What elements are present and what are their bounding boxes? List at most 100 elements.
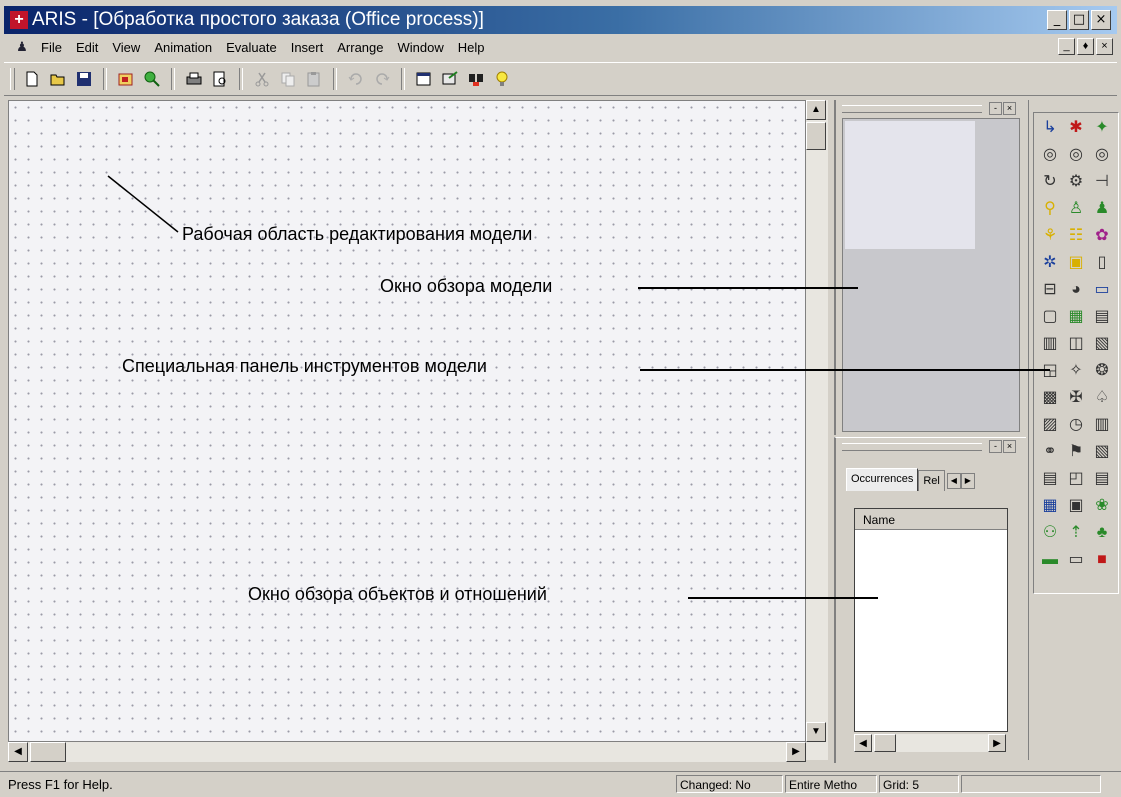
location-icon[interactable]: ⚑ (1066, 442, 1086, 462)
undo-icon[interactable] (344, 67, 368, 91)
file-icon[interactable]: ▤ (1092, 307, 1112, 327)
tip-icon[interactable] (490, 67, 514, 91)
list-scroll-left-button[interactable]: ◀ (854, 734, 872, 752)
service-icon[interactable]: ▩ (1040, 388, 1060, 408)
event-icon[interactable]: ◎ (1040, 145, 1060, 165)
message-icon[interactable]: ▭ (1092, 280, 1112, 300)
flow-icon[interactable]: ✠ (1066, 388, 1086, 408)
arrow-icon[interactable]: ⇡ (1066, 523, 1086, 543)
system-icon[interactable]: ⊟ (1040, 280, 1060, 300)
list-scroll-thumb[interactable] (874, 734, 896, 752)
redo-icon[interactable] (370, 67, 394, 91)
screen-icon[interactable]: ◲ (1040, 361, 1060, 381)
rule-icon[interactable]: ◎ (1066, 145, 1086, 165)
menu-window[interactable]: Window (390, 40, 450, 55)
goal-icon[interactable]: ✧ (1066, 361, 1086, 381)
position-icon[interactable]: ♟ (1092, 199, 1112, 219)
menu-insert[interactable]: Insert (284, 40, 331, 55)
menu-view[interactable]: View (105, 40, 147, 55)
document-icon[interactable]: ▯ (1092, 253, 1112, 273)
panel-grip[interactable] (842, 105, 982, 113)
box-icon[interactable]: ▣ (1066, 496, 1086, 516)
scroll-up-button[interactable]: ▲ (806, 100, 826, 120)
object-icon[interactable]: ✱ (1066, 118, 1086, 138)
mdi-restore-button[interactable]: ♦ (1077, 38, 1094, 55)
menu-help[interactable]: Help (451, 40, 492, 55)
search-icon[interactable] (140, 67, 164, 91)
print-preview-icon[interactable] (208, 67, 232, 91)
tab-scroll-left-icon[interactable]: ◀ (946, 473, 961, 489)
menu-edit[interactable]: Edit (69, 40, 105, 55)
xor-icon[interactable]: ◎ (1092, 145, 1112, 165)
book-icon[interactable]: ▤ (1040, 469, 1060, 489)
database-icon[interactable]: ▦ (1066, 307, 1086, 327)
user-icon[interactable]: ⚇ (1040, 523, 1060, 543)
toolbar-grip[interactable] (10, 68, 15, 90)
group-icon[interactable]: ♙ (1066, 199, 1086, 219)
list-icon[interactable]: ◫ (1066, 334, 1086, 354)
objects-list[interactable]: Name (854, 508, 1008, 732)
evaluate-icon[interactable] (438, 67, 462, 91)
new-icon[interactable] (20, 67, 44, 91)
comment-icon[interactable]: ◕ (1066, 280, 1086, 300)
panel-close-button[interactable]: × (1003, 102, 1016, 115)
cluster-icon[interactable]: ✿ (1092, 226, 1112, 246)
model-canvas[interactable] (8, 100, 806, 742)
card-icon[interactable]: ♤ (1092, 388, 1112, 408)
org-icon[interactable]: ⚙ (1066, 172, 1086, 192)
network-icon[interactable]: ⚭ (1040, 442, 1060, 462)
model-icon[interactable] (114, 67, 138, 91)
vertical-scroll-thumb[interactable] (806, 122, 826, 150)
mdi-minimize-button[interactable]: _ (1058, 38, 1075, 55)
archive-icon[interactable]: ◰ (1066, 469, 1086, 489)
person-icon[interactable]: ⚲ (1040, 199, 1060, 219)
document-menu-icon[interactable]: ♟ (14, 39, 30, 55)
scroll-right-button[interactable]: ▶ (786, 742, 806, 762)
entity-icon[interactable]: ⚘ (1040, 226, 1060, 246)
settings-icon[interactable]: ❂ (1092, 361, 1112, 381)
menu-arrange[interactable]: Arrange (330, 40, 390, 55)
function-icon[interactable]: ✦ (1092, 118, 1112, 138)
tab-relations[interactable]: Rel (918, 470, 945, 491)
list-horizontal-scrollbar[interactable]: ◀ ▶ (854, 734, 1006, 752)
info-icon[interactable]: ▣ (1066, 253, 1086, 273)
tab-occurrences[interactable]: Occurrences (846, 468, 919, 491)
properties-icon[interactable] (412, 67, 436, 91)
cut-icon[interactable] (250, 67, 274, 91)
tree-icon[interactable]: ❀ (1092, 496, 1112, 516)
form-icon[interactable]: ▨ (1040, 415, 1060, 435)
product-icon[interactable]: ✲ (1040, 253, 1060, 273)
panel-close-button[interactable]: × (1003, 440, 1016, 453)
canvas-vertical-scrollbar[interactable]: ▲ ▼ (806, 100, 828, 760)
maximize-button[interactable]: □ (1069, 10, 1089, 30)
report-icon[interactable]: ▥ (1092, 415, 1112, 435)
connection-icon[interactable]: ↳ (1040, 118, 1060, 138)
plant-icon[interactable]: ♣ (1092, 523, 1112, 543)
canvas-horizontal-scrollbar[interactable]: ◀ ▶ (8, 742, 806, 762)
close-button[interactable]: × (1091, 10, 1111, 30)
find-icon[interactable] (464, 67, 488, 91)
copy-icon[interactable] (276, 67, 300, 91)
list-scroll-right-button[interactable]: ▶ (988, 734, 1006, 752)
menu-animation[interactable]: Animation (147, 40, 219, 55)
panel-grip[interactable] (842, 443, 982, 451)
paste-icon[interactable] (302, 67, 326, 91)
horizontal-scroll-thumb[interactable] (30, 742, 66, 762)
timer-icon[interactable]: ◷ (1066, 415, 1086, 435)
open-icon[interactable] (46, 67, 70, 91)
app-icon[interactable]: ▧ (1092, 334, 1112, 354)
menu-evaluate[interactable]: Evaluate (219, 40, 284, 55)
scroll-down-button[interactable]: ▼ (806, 722, 826, 742)
frame-icon[interactable]: ▭ (1066, 550, 1086, 570)
folder-icon[interactable]: ▢ (1040, 307, 1060, 327)
board-icon[interactable]: ▤ (1092, 469, 1112, 489)
scroll-left-button[interactable]: ◀ (8, 742, 28, 762)
list-header-name[interactable]: Name (855, 509, 1007, 530)
process-icon[interactable]: ↻ (1040, 172, 1060, 192)
menu-file[interactable]: File (34, 40, 69, 55)
table-icon[interactable]: ▧ (1092, 442, 1112, 462)
data-icon[interactable]: ☷ (1066, 226, 1086, 246)
tab-scroll-right-icon[interactable]: ▶ (960, 473, 975, 489)
minimize-button[interactable]: _ (1047, 10, 1067, 30)
overview-viewport[interactable] (845, 121, 975, 249)
